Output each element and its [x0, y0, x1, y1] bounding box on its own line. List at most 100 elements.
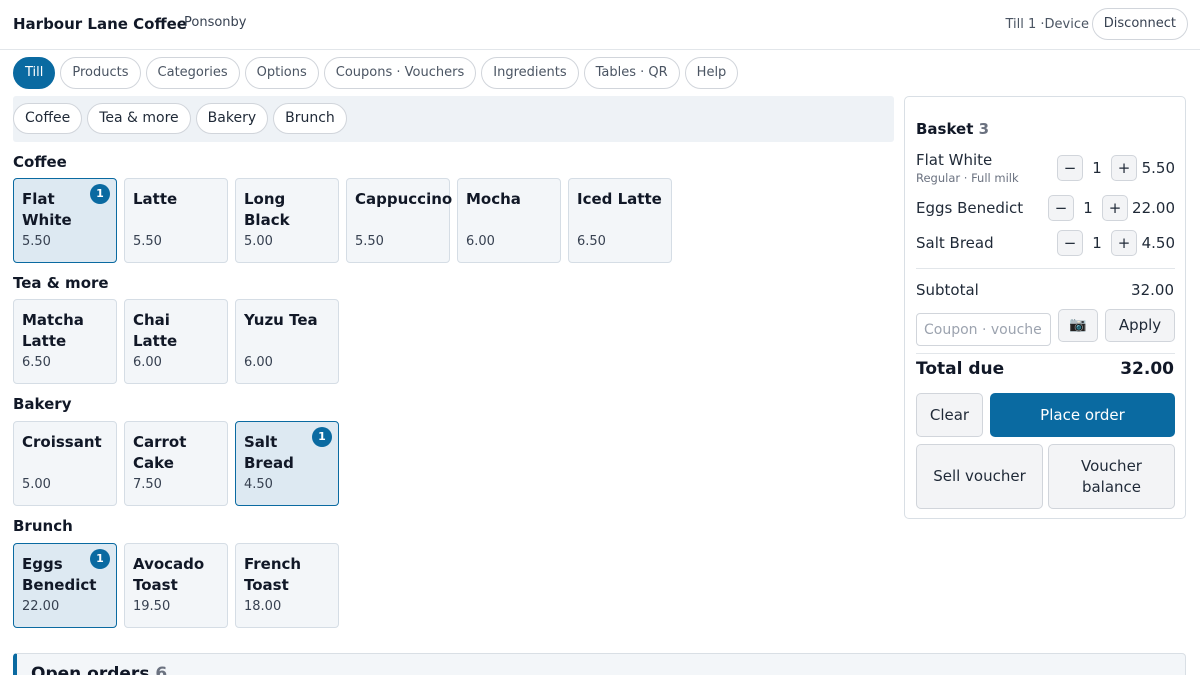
product-price: 5.00 — [244, 234, 273, 249]
apply-coupon-button[interactable]: Apply — [1105, 309, 1175, 342]
category-pill-tea[interactable]: Tea & more — [87, 103, 191, 134]
basket-line-name: Flat White — [916, 151, 993, 169]
product-name: Carrot Cake — [133, 433, 187, 472]
basket-divider — [916, 268, 1175, 269]
clear-basket-button[interactable]: Clear — [916, 393, 983, 437]
increase-qty-button[interactable]: + — [1111, 230, 1137, 256]
tab-coupons-vouchers[interactable]: Coupons · Vouchers — [323, 57, 477, 89]
product-name: French Toast — [244, 555, 302, 594]
tab-ingredients[interactable]: Ingredients — [481, 57, 579, 89]
increase-qty-button[interactable]: + — [1102, 195, 1128, 221]
tab-till[interactable]: Till — [13, 57, 56, 89]
section-title-brunch: Brunch — [13, 517, 73, 535]
tab-products[interactable]: Products — [60, 57, 141, 89]
product-name: Yuzu Tea — [244, 311, 318, 329]
product-name: Cappuccino — [355, 190, 453, 208]
basket-divider — [916, 353, 1175, 354]
product-name: Avocado Toast — [133, 555, 205, 594]
product-price: 6.00 — [244, 355, 273, 370]
product-name: Chai Latte — [133, 311, 178, 350]
product-card[interactable]: Mocha 6.00 — [457, 178, 561, 263]
category-pill-bakery[interactable]: Bakery — [195, 103, 269, 134]
basket-line-qty: 1 — [1092, 159, 1102, 177]
product-name: Croissant — [22, 433, 102, 451]
basket-line-name: Salt Bread — [916, 234, 994, 252]
product-card[interactable]: Flat White 5.50 1 — [13, 178, 117, 263]
product-card[interactable]: Carrot Cake 7.50 — [124, 421, 228, 506]
basket-line: Eggs Benedict − 1 + 22.00 — [916, 195, 1175, 221]
sell-voucher-button[interactable]: Sell voucher — [916, 444, 1043, 509]
product-card[interactable]: Matcha Latte 6.50 — [13, 299, 117, 384]
open-orders-label: Open orders — [31, 664, 150, 675]
total-due-value: 32.00 — [1120, 359, 1174, 379]
scan-coupon-button[interactable]: 📷 — [1058, 309, 1098, 342]
product-card[interactable]: Eggs Benedict 22.00 1 — [13, 543, 117, 628]
main-nav: Till Products Categories Options Coupons… — [13, 57, 739, 89]
tab-help[interactable]: Help — [684, 57, 739, 89]
product-price: 6.50 — [22, 355, 51, 370]
product-grid-brunch: Eggs Benedict 22.00 1 Avocado Toast 19.5… — [13, 543, 339, 628]
decrease-qty-button[interactable]: − — [1048, 195, 1074, 221]
product-card[interactable]: Yuzu Tea 6.00 — [235, 299, 339, 384]
tab-categories[interactable]: Categories — [145, 57, 240, 89]
tab-options[interactable]: Options — [244, 57, 319, 89]
product-name: Latte — [133, 190, 178, 208]
product-grid-bakery: Croissant 5.00 Carrot Cake 7.50 Salt Bre… — [13, 421, 339, 506]
category-pill-brunch[interactable]: Brunch — [273, 103, 347, 134]
product-price: 5.50 — [133, 234, 162, 249]
product-price: 6.50 — [577, 234, 606, 249]
basket-line-price: 22.00 — [1132, 199, 1175, 217]
product-name: Matcha Latte — [22, 311, 84, 350]
total-due-label: Total due — [916, 359, 1005, 379]
product-card[interactable]: Avocado Toast 19.50 — [124, 543, 228, 628]
increase-qty-button[interactable]: + — [1111, 155, 1137, 181]
basket-line-qty: 1 — [1083, 199, 1093, 217]
place-order-button[interactable]: Place order — [990, 393, 1175, 437]
product-price: 7.50 — [133, 477, 162, 492]
open-orders-panel[interactable]: Open orders 6 — [13, 653, 1186, 675]
product-price: 19.50 — [133, 599, 171, 614]
decrease-qty-button[interactable]: − — [1057, 230, 1083, 256]
decrease-qty-button[interactable]: − — [1057, 155, 1083, 181]
brand-name: Harbour Lane Coffee — [13, 15, 187, 33]
basket-panel: Basket 3 Flat White Regular · Full milk … — [904, 96, 1186, 519]
product-card[interactable]: Long Black 5.00 — [235, 178, 339, 263]
product-card[interactable]: Latte 5.50 — [124, 178, 228, 263]
basket-line: Salt Bread − 1 + 4.50 — [916, 230, 1175, 256]
basket-title: Basket 3 — [916, 120, 989, 138]
tab-tables-qr[interactable]: Tables · QR — [583, 57, 680, 89]
product-card[interactable]: Chai Latte 6.00 — [124, 299, 228, 384]
section-title-bakery: Bakery — [13, 395, 72, 413]
open-orders-count: 6 — [155, 664, 168, 675]
basket-line-qty: 1 — [1092, 234, 1102, 252]
location-name: Ponsonby — [184, 15, 247, 30]
quantity-badge: 1 — [90, 184, 110, 204]
app-header: Harbour Lane Coffee Ponsonby Till 1 ·Dev… — [0, 0, 1200, 50]
quantity-badge: 1 — [90, 549, 110, 569]
category-pill-coffee[interactable]: Coffee — [13, 103, 83, 134]
product-card[interactable]: Iced Latte 6.50 — [568, 178, 672, 263]
device-label: Till 1 ·Device — [1005, 17, 1089, 32]
product-card[interactable]: Cappuccino 5.50 — [346, 178, 453, 263]
product-card[interactable]: French Toast 18.00 — [235, 543, 339, 628]
voucher-balance-button[interactable]: Voucher balance — [1048, 444, 1175, 509]
basket-line: Flat White Regular · Full milk − 1 + 5.5… — [916, 151, 1175, 187]
product-price: 6.00 — [466, 234, 495, 249]
coupon-input[interactable] — [916, 313, 1051, 346]
basket-line-price: 4.50 — [1141, 234, 1175, 252]
section-title-coffee: Coffee — [13, 153, 67, 171]
category-bar: Coffee Tea & more Bakery Brunch — [13, 96, 894, 142]
product-price: 5.50 — [22, 234, 51, 249]
disconnect-button[interactable]: Disconnect — [1091, 8, 1188, 40]
quantity-badge: 1 — [312, 427, 332, 447]
product-grid-coffee: Flat White 5.50 1 Latte 5.50 Long Black … — [13, 178, 672, 263]
product-price: 5.50 — [355, 234, 384, 249]
product-name: Long Black — [244, 190, 290, 229]
product-price: 4.50 — [244, 477, 273, 492]
subtotal-label: Subtotal — [916, 281, 979, 299]
product-card[interactable]: Croissant 5.00 — [13, 421, 117, 506]
basket-line-price: 5.50 — [1141, 159, 1175, 177]
product-name: Mocha — [466, 190, 521, 208]
product-card[interactable]: Salt Bread 4.50 1 — [235, 421, 339, 506]
subtotal-value: 32.00 — [1131, 281, 1174, 299]
